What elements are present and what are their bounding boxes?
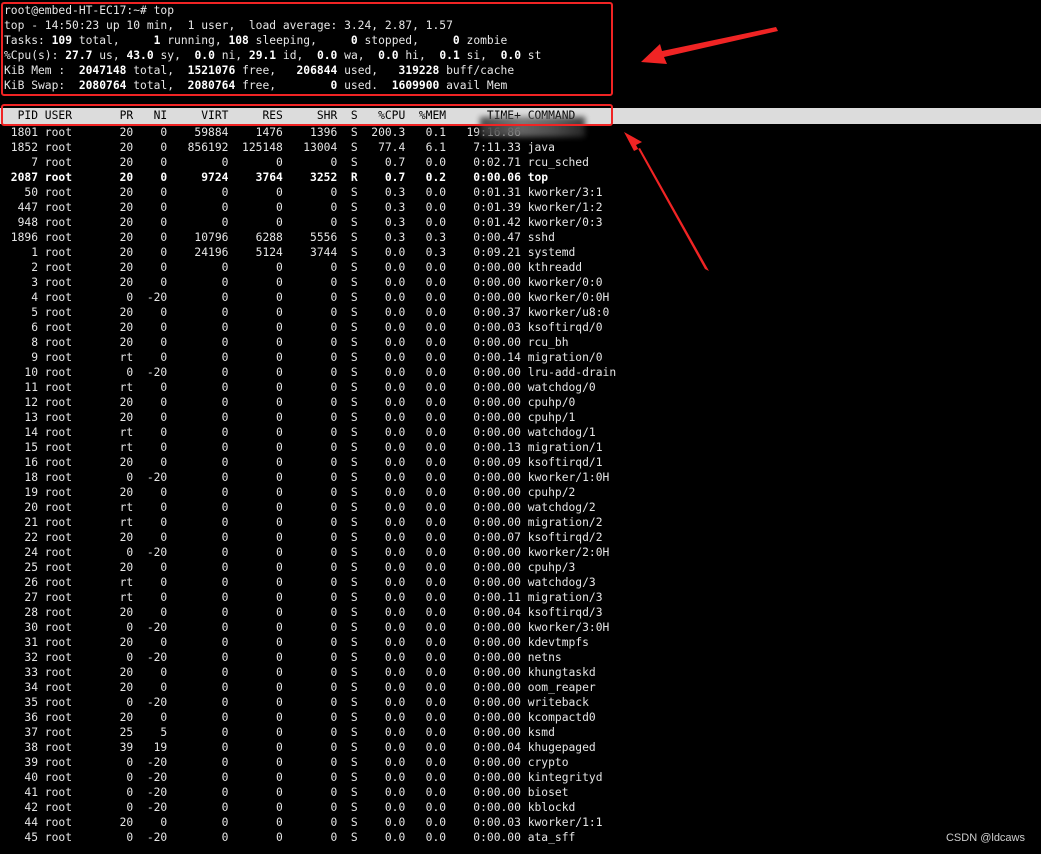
arrow-to-header bbox=[624, 132, 709, 271]
watermark: CSDN @ldcaws bbox=[945, 832, 1025, 844]
annotation-arrows bbox=[624, 27, 778, 271]
arrow-to-summary bbox=[641, 27, 778, 64]
terminal-window[interactable]: root@embed-HT-EC17:~# top top - 14:50:23… bbox=[0, 0, 1041, 854]
